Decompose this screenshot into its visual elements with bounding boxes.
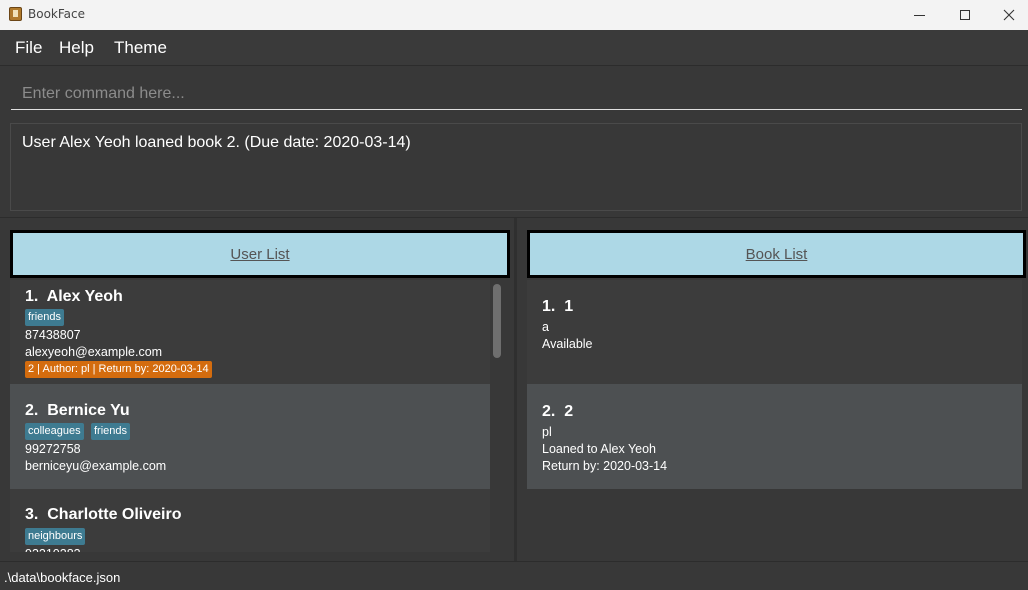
maximize-button[interactable] [942,0,988,30]
close-button[interactable] [986,0,1028,30]
user-phone: 99272758 [25,442,81,456]
result-text: User Alex Yeoh loaned book 2. (Due date:… [22,134,411,151]
user-tag: friends [25,309,65,326]
book-card[interactable]: 2. 2 pl Loaned to Alex Yeoh Return by: 2… [527,384,1022,489]
close-icon [1003,9,1015,21]
user-name: 1. Alex Yeoh [25,288,123,305]
book-author: pl [542,425,552,439]
user-name: 2. Bernice Yu [25,402,130,419]
menu-file[interactable]: File [15,38,42,58]
user-list-scrollbar[interactable] [493,284,501,358]
maximize-icon [960,10,970,20]
minimize-button[interactable] [896,0,942,30]
book-return-date: Return by: 2020-03-14 [542,459,668,473]
book-card[interactable]: 1. 1 a Available [527,280,1022,384]
user-tag: colleagues [25,423,84,440]
book-list-header[interactable]: Book List [527,230,1026,278]
user-phone: 93210283 [25,547,81,552]
menu-theme[interactable]: Theme [114,38,167,58]
book-list-title: Book List [745,245,808,263]
minimize-icon [913,14,925,16]
result-display: User Alex Yeoh loaned book 2. (Due date:… [10,123,1022,211]
book-title: 2. 2 [542,403,574,420]
book-title: 1. 1 [542,298,574,315]
user-email: berniceyu@example.com [25,459,167,473]
book-list[interactable]: 1. 1 a Available 2. 2 pl Loaned to Alex … [527,280,1022,552]
user-card[interactable]: 1. Alex Yeoh friends 87438807 alexyeoh@e… [10,280,490,384]
user-tag: friends [91,423,131,440]
panel-divider[interactable] [514,218,517,562]
window-title: BookFace [28,7,85,21]
book-author: a [542,320,549,334]
loan-tag: 2 | Author: pl | Return by: 2020-03-14 [25,361,212,378]
user-card[interactable]: 3. Charlotte Oliveiro neighbours 9321028… [10,489,490,552]
command-box [0,66,1028,116]
command-input[interactable] [11,78,1022,110]
user-tag: neighbours [25,528,86,545]
user-card[interactable]: 2. Bernice Yu colleagues friends 9927275… [10,384,490,489]
user-list-title: User List [230,245,290,263]
user-name: 3. Charlotte Oliveiro [25,506,182,523]
title-bar: BookFace [0,0,1028,30]
user-list-header[interactable]: User List [10,230,510,278]
book-status: Available [542,337,593,351]
menu-bar: File Help Theme [0,30,1028,66]
main-panels: User List 1. Alex Yeoh friends 87438807 … [0,217,1028,562]
save-location: .\data\bookface.json [4,570,121,585]
user-email: alexyeoh@example.com [25,345,163,359]
book-status: Loaned to Alex Yeoh [542,442,657,456]
user-phone: 87438807 [25,328,81,342]
menu-help[interactable]: Help [59,38,94,58]
status-bar: .\data\bookface.json [0,561,1028,590]
user-list[interactable]: 1. Alex Yeoh friends 87438807 alexyeoh@e… [10,280,490,552]
app-icon [9,7,22,21]
